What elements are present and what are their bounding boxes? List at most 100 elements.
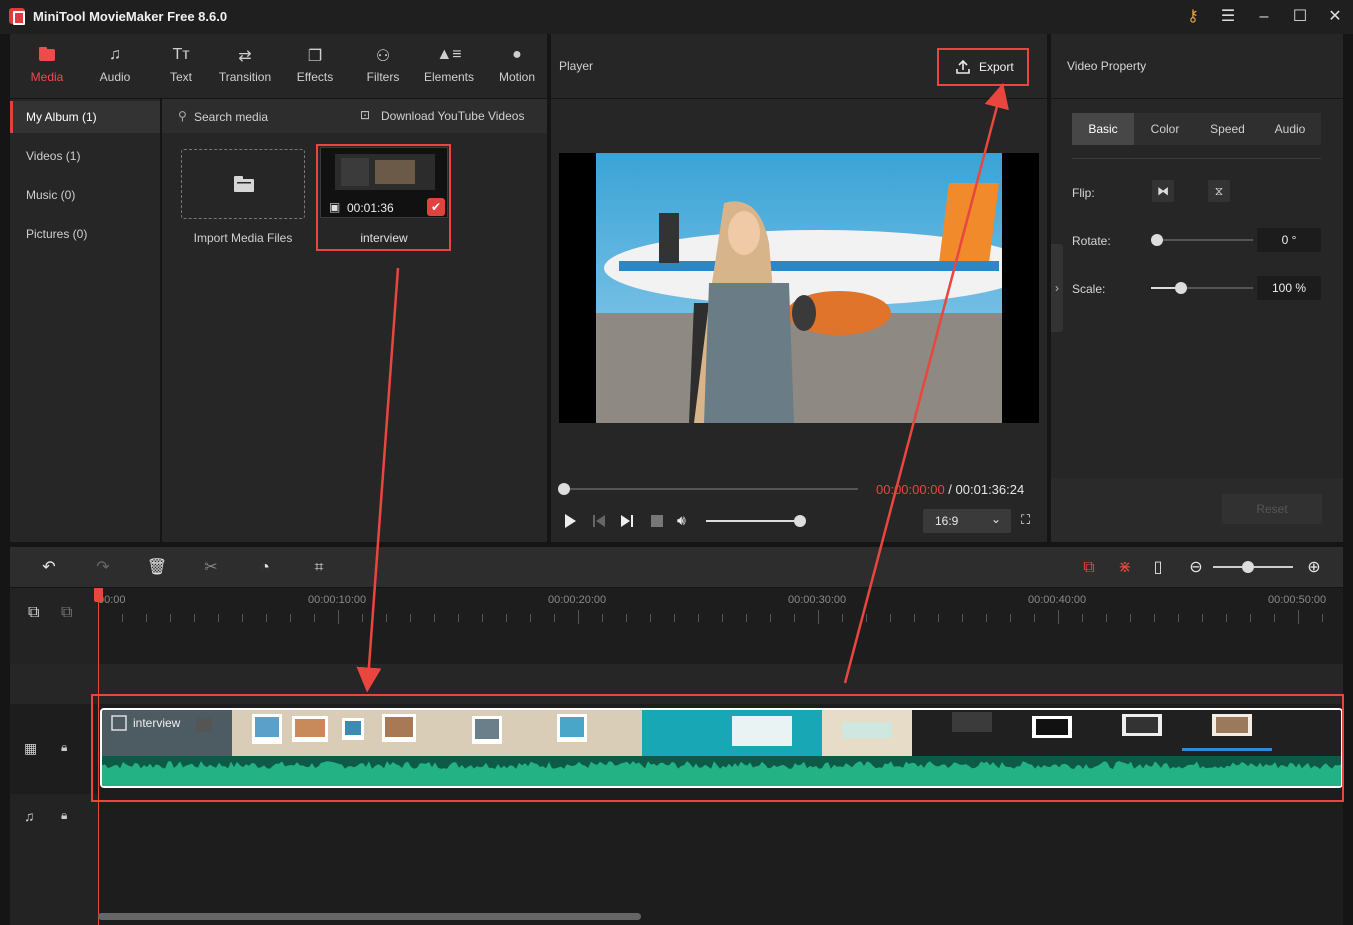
rotate-label: Rotate: (1072, 234, 1111, 248)
download-youtube-button[interactable]: Download YouTube Videos (381, 109, 524, 123)
menu-icon[interactable]: ☰ (1216, 5, 1240, 29)
reset-button[interactable]: Reset (1222, 494, 1322, 524)
ruler-tick (530, 614, 531, 622)
import-media-button[interactable] (181, 149, 305, 219)
ruler-tick (1106, 614, 1107, 622)
video-frame-image (559, 153, 1039, 423)
ruler-tick (938, 614, 939, 622)
tab-media[interactable]: Media (14, 34, 80, 98)
player-panel: 00:00:00:00 / 00:01:36:24 🔊︎ 16:9 ⌄ ⛶ (551, 99, 1047, 542)
media-library: ⚲ Search media ⊡ Download YouTube Videos… (162, 99, 547, 542)
ruler-tick (506, 614, 507, 622)
ruler-tick (1058, 610, 1059, 624)
scale-value[interactable]: 100 % (1257, 276, 1321, 300)
zoom-out-icon[interactable]: ⊖ (1185, 557, 1207, 579)
fullscreen-icon[interactable]: ⛶ (1021, 512, 1030, 528)
music-track-icon: ♫ (24, 808, 35, 824)
search-input[interactable]: Search media (194, 110, 268, 124)
previous-frame-icon[interactable] (592, 514, 606, 528)
rotate-value[interactable]: 0 ° (1257, 228, 1321, 252)
playhead-line[interactable] (98, 588, 99, 925)
remove-track-icon[interactable]: ⧉ (61, 604, 72, 622)
crop-icon[interactable]: ⌗ (308, 557, 330, 579)
tab-color[interactable]: Color (1134, 113, 1196, 145)
tab-effects-label: Effects (296, 70, 334, 84)
undo-icon[interactable]: ↶ (38, 557, 60, 579)
playback-progress-track[interactable] (563, 488, 858, 490)
app-logo-icon (9, 8, 25, 25)
zoom-in-icon[interactable]: ⊕ (1303, 557, 1325, 579)
scale-label: Scale: (1072, 282, 1106, 296)
key-icon[interactable]: ⚷ (1181, 5, 1205, 29)
ruler-tick (386, 614, 387, 622)
ruler-tick (986, 614, 987, 622)
video-preview[interactable] (559, 153, 1039, 423)
tab-text[interactable]: Tт Text (148, 34, 214, 98)
ruler-tick (1202, 614, 1203, 622)
collapse-panel-handle[interactable]: › (1051, 244, 1063, 332)
split-marker-icon[interactable]: ⋇ (1114, 557, 1136, 579)
fit-timeline-icon[interactable]: ▯ (1147, 557, 1169, 579)
ruler-tick (962, 614, 963, 622)
export-button[interactable]: Export (937, 48, 1029, 86)
speed-icon[interactable]: ◔ (254, 557, 276, 579)
title-bar: MiniTool MovieMaker Free 8.6.0 ⚷ ☰ – ☐ ✕ (0, 0, 1353, 34)
scale-handle[interactable] (1175, 282, 1187, 294)
delete-icon[interactable]: 🗑︎ (146, 557, 168, 579)
minimize-icon[interactable]: – (1252, 5, 1276, 29)
play-icon[interactable] (563, 513, 577, 529)
tab-motion[interactable]: ● Motion (484, 34, 550, 98)
tab-elements[interactable]: ▲≡ Elements (416, 34, 482, 98)
ruler-tick (626, 614, 627, 622)
ruler-label: 00:00:20:00 (548, 594, 607, 606)
ruler-tick (266, 614, 267, 622)
highlight-box-clip (316, 144, 451, 251)
tab-speed[interactable]: Speed (1196, 113, 1259, 145)
album-item-music[interactable]: Music (0) (10, 179, 160, 211)
lock-icon[interactable]: 🔒︎ (61, 740, 67, 755)
ruler-tick (698, 614, 699, 622)
timeline-scrollbar[interactable] (98, 913, 641, 920)
split-scissors-icon[interactable]: ✂ (200, 557, 222, 579)
elements-icon: ▲≡ (436, 46, 462, 63)
tab-transition[interactable]: ⇄ Transition (212, 34, 278, 98)
playback-progress-handle[interactable] (558, 483, 570, 495)
album-item-my-album[interactable]: My Album (1) (10, 101, 160, 133)
music-note-icon: ♫ (109, 46, 121, 63)
ruler-tick (1322, 614, 1323, 622)
rotate-handle[interactable] (1151, 234, 1163, 246)
flip-horizontal-icon[interactable]: ⧓ (1152, 180, 1174, 202)
tab-audio[interactable]: ♫ Audio (82, 34, 148, 98)
volume-icon[interactable]: 🔊︎ (677, 512, 686, 529)
playhead-handle[interactable] (94, 588, 103, 602)
ruler-tick (1010, 614, 1011, 622)
ruler-label: 00:00:10:00 (308, 594, 367, 606)
tab-effects[interactable]: ❐ Effects (282, 34, 348, 98)
ruler-tick (122, 614, 123, 622)
maximize-icon[interactable]: ☐ (1288, 5, 1312, 29)
close-icon[interactable]: ✕ (1323, 5, 1347, 29)
volume-handle[interactable] (794, 515, 806, 527)
volume-slider[interactable] (706, 520, 800, 522)
zoom-handle[interactable] (1242, 561, 1254, 573)
tab-media-label: Media (30, 70, 64, 84)
flip-vertical-icon[interactable]: ⧖ (1208, 180, 1230, 202)
album-item-videos[interactable]: Videos (1) (10, 140, 160, 172)
lock-icon[interactable]: 🔒︎ (61, 808, 67, 823)
tab-basic[interactable]: Basic (1072, 113, 1134, 145)
tab-filters[interactable]: ⚇ Filters (350, 34, 416, 98)
snap-icon[interactable]: ⧉ (1078, 557, 1100, 579)
stop-icon[interactable] (651, 515, 663, 527)
album-item-pictures[interactable]: Pictures (0) (10, 218, 160, 250)
film-icon: ▦ (24, 740, 38, 756)
divider (1072, 158, 1321, 159)
aspect-ratio-select[interactable]: 16:9 ⌄ (923, 509, 1011, 533)
redo-icon[interactable]: ↷ (92, 557, 114, 579)
next-frame-icon[interactable] (620, 514, 634, 528)
tab-audio-property[interactable]: Audio (1259, 113, 1321, 145)
ruler-tick (242, 614, 243, 622)
timeline-ruler[interactable]: 00:00 00:00:10:00 00:00:20:00 00:00:30:0… (98, 588, 1343, 628)
rotate-slider[interactable] (1157, 239, 1253, 241)
ruler-tick (1274, 614, 1275, 622)
add-track-icon[interactable]: ⧉ (28, 604, 39, 622)
